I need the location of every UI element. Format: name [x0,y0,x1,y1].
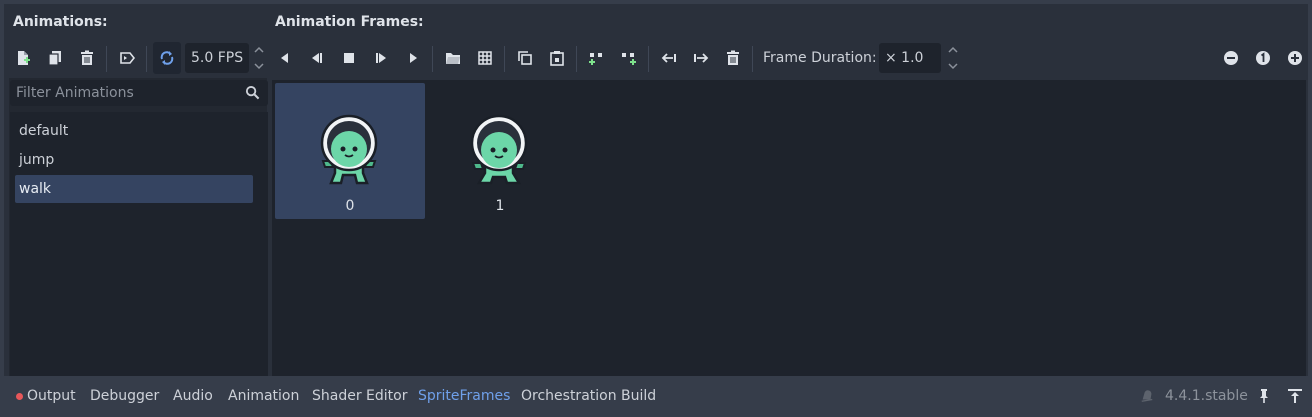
move-left-icon [661,50,677,66]
play-backwards-from-end-icon [277,50,293,66]
tab-audio[interactable]: Audio [173,380,213,412]
move-frame-right-button[interactable] [687,42,715,74]
alien-sprite-frame-0 [320,114,378,185]
alien-sprite-frame-1 [470,114,528,185]
tab-orchestration-build[interactable]: Orchestration Build [521,380,656,412]
play-backwards-button[interactable] [303,42,331,74]
zoom-out-icon [1223,50,1239,66]
pin-icon[interactable] [1257,388,1271,408]
notification-bell-icon[interactable] [1140,389,1154,407]
autoplay-button[interactable] [113,42,141,74]
duplicate-animation-button[interactable] [41,42,69,74]
tab-spriteframes[interactable]: SpriteFrames [418,380,510,412]
toolbar-separator [146,46,147,72]
insert-after-icon [621,50,637,66]
frame-item[interactable]: 0 [275,83,425,219]
play-icon [405,50,421,66]
tab-output[interactable]: Output [27,380,76,412]
frames-toolbar: Frame Duration: × 1.0 [270,42,1312,74]
play-button[interactable] [399,42,427,74]
move-frame-left-button[interactable] [655,42,683,74]
load-frames-button[interactable] [439,42,467,74]
search-icon [245,85,260,104]
expand-panel-icon[interactable] [1287,388,1303,408]
stop-icon [341,50,357,66]
loop-icon [159,50,175,66]
delete-animation-button[interactable] [73,42,101,74]
loop-toggle-button[interactable] [153,42,181,74]
new-animation-button[interactable] [9,42,37,74]
zoom-in-icon [1287,50,1303,66]
copy-frame-button[interactable] [511,42,539,74]
play-from-start-button[interactable] [367,42,395,74]
animation-item-jump[interactable]: jump [15,146,253,174]
insert-frame-before-button[interactable] [583,42,611,74]
filter-animations[interactable] [10,80,268,106]
toolbar-separator [504,46,505,72]
zoom-reset-button[interactable] [1249,42,1277,74]
frame-duration-stepper[interactable] [946,44,960,72]
new-animation-icon [15,50,31,66]
toolbar-separator [576,46,577,72]
duplicate-animation-icon [47,50,63,66]
paste-icon [549,50,565,66]
version-label: 4.4.1.stable [1165,388,1248,404]
frame-duration-spinbox[interactable]: × 1.0 [879,43,941,73]
zoom-reset-icon [1255,50,1271,66]
toolbar-separator [752,46,753,72]
animations-toolbar: 5.0 FPS [0,42,270,74]
tab-debugger[interactable]: Debugger [90,380,159,412]
zoom-in-button[interactable] [1281,42,1309,74]
animations-title: Animations: [13,14,108,30]
insert-before-icon [589,50,605,66]
frame-item[interactable]: 1 [425,83,575,219]
delete-frame-button[interactable] [719,42,747,74]
tab-shader-editor[interactable]: Shader Editor [312,380,407,412]
move-right-icon [693,50,709,66]
toolbar-separator [106,46,107,72]
animation-item-default[interactable]: default [15,117,253,145]
copy-icon [517,50,533,66]
toolbar-separator [432,46,433,72]
insert-frame-after-button[interactable] [615,42,643,74]
frame-duration-label: Frame Duration: [763,50,877,66]
frames-grid: 0 1 [272,80,1306,376]
frame-index-label: 0 [345,198,355,214]
load-sheet-icon [445,50,461,66]
tab-animation[interactable]: Animation [228,380,299,412]
sprite-sheet-grid-icon [477,50,493,66]
delete-animation-icon [79,50,95,66]
play-backwards-icon [309,50,325,66]
fps-spinbox[interactable]: 5.0 FPS [185,43,249,73]
fps-stepper[interactable] [252,44,266,72]
frame-index-label: 1 [495,198,505,214]
autoplay-icon [119,50,135,66]
zoom-out-button[interactable] [1217,42,1245,74]
filter-animations-input[interactable] [10,80,240,106]
delete-frame-icon [725,50,741,66]
play-backwards-from-end-button[interactable] [271,42,299,74]
sprite-sheet-button[interactable] [471,42,499,74]
animation-frames-title: Animation Frames: [275,14,424,30]
play-from-start-icon [373,50,389,66]
output-error-indicator [16,393,23,400]
paste-frame-button[interactable] [543,42,571,74]
sprite-frames-editor: Animations: Animation Frames: 5.0 FPS Fr… [0,0,1312,417]
bottom-panel-bar: Output Debugger Audio Animation Shader E… [0,380,1312,412]
animation-item-walk[interactable]: walk [15,175,253,203]
stop-button[interactable] [335,42,363,74]
toolbar-separator [648,46,649,72]
